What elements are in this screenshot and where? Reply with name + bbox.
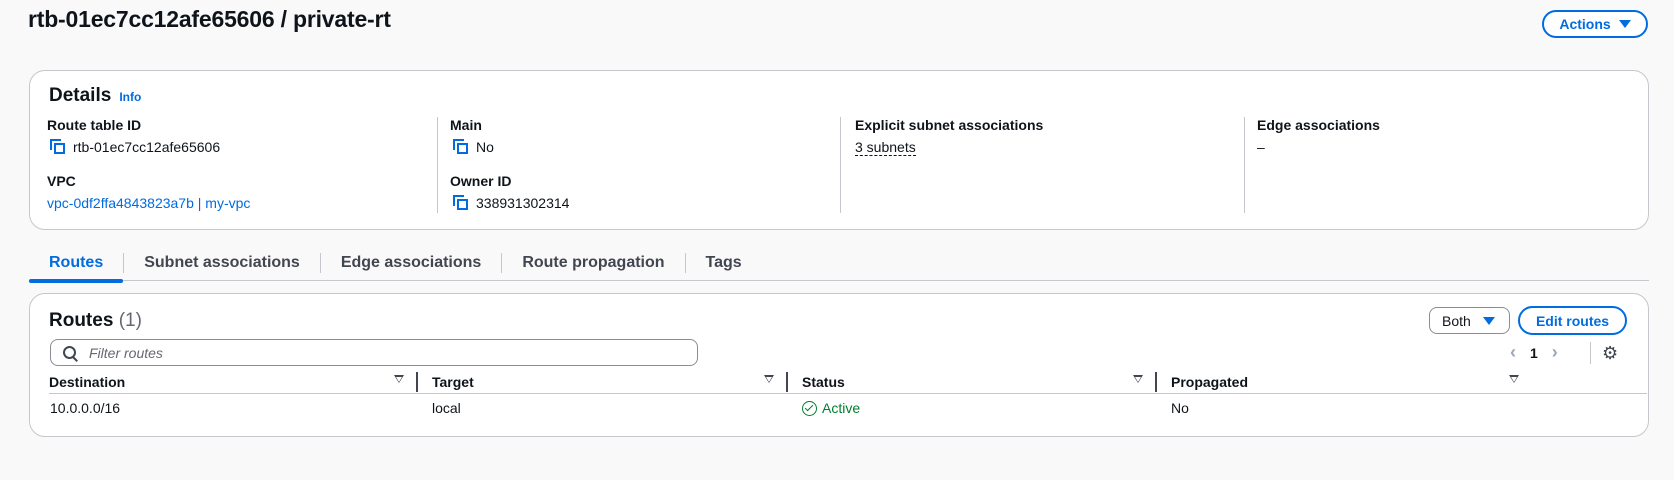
copy-icon[interactable] [453,195,469,211]
sort-icon[interactable] [764,375,774,383]
pagination: ‹ 1 › [1510,339,1558,366]
column-divider [437,117,438,213]
column-header-destination[interactable]: Destination [49,372,125,392]
cell-destination: 10.0.0.0/16 [50,400,121,416]
edit-routes-button[interactable]: Edit routes [1518,306,1627,335]
column-header-propagated[interactable]: Propagated [1171,372,1248,392]
tab-route-propagation[interactable]: Route propagation [502,246,684,281]
routes-title-text: Routes [49,310,114,331]
owner-id-value: 338931302314 [476,195,570,211]
column-header-target[interactable]: Target [432,372,474,392]
explicit-subnet-value[interactable]: 3 subnets [855,139,916,156]
search-icon [63,345,77,360]
route-table-id-label: Route table ID [47,117,142,133]
vpc-link[interactable]: vpc-0df2ffa4843823a7b | my-vpc [47,195,250,211]
routes-title: Routes (1) [49,310,142,332]
actions-button[interactable]: Actions [1542,10,1648,38]
check-circle-icon [802,400,817,416]
cell-status: Active [802,400,860,416]
table-row[interactable]: 10.0.0.0/16 local Active No [49,398,1647,422]
gear-icon[interactable]: ⚙ [1602,343,1618,364]
sort-icon[interactable] [1509,375,1519,383]
edge-assoc-value: – [1257,139,1265,155]
chevron-left-icon[interactable]: ‹ [1510,342,1516,363]
sort-icon[interactable] [1133,375,1143,383]
propagation-filter-value: Both [1442,312,1471,329]
page-number[interactable]: 1 [1530,345,1538,361]
page-title: rtb-01ec7cc12afe65606 / private-rt [28,6,391,32]
column-divider [1244,117,1245,213]
column-resizer[interactable] [416,372,418,392]
cell-target: local [432,400,461,416]
column-header-status[interactable]: Status [802,372,845,392]
details-column-1: Route table ID rtb-01ec7cc12afe65606 VPC… [47,117,250,229]
filter-routes-input[interactable] [87,343,697,362]
edge-assoc-label: Edge associations [1257,117,1380,133]
column-resizer[interactable] [786,372,788,392]
owner-id-label: Owner ID [450,173,512,189]
info-link[interactable]: Info [119,90,141,104]
propagation-filter-select[interactable]: Both [1429,307,1510,334]
explicit-subnet-label: Explicit subnet associations [855,117,1044,133]
table-header: Destination Target Status Propagated [49,372,1647,394]
details-column-3: Explicit subnet associations 3 subnets [855,117,1043,173]
details-column-2: Main No Owner ID 338931302314 [450,117,569,229]
toolbar-divider [1590,342,1591,364]
details-panel: Details Info Route table ID rtb-01ec7cc1… [29,70,1649,230]
main-label: Main [450,117,482,133]
status-text: Active [822,400,861,416]
routes-panel: Routes (1) Both Edit routes ‹ 1 › ⚙ Dest… [29,293,1649,437]
caret-down-icon [1618,20,1631,28]
vpc-label: VPC [47,173,76,189]
cell-propagated: No [1171,400,1189,416]
details-title: Details [49,85,112,106]
actions-label: Actions [1559,16,1611,32]
details-column-4: Edge associations – [1257,117,1380,173]
caret-down-icon [1482,316,1495,325]
column-divider [840,117,841,213]
routes-count: (1) [118,310,142,331]
copy-icon[interactable] [50,139,66,155]
column-resizer[interactable] [1155,372,1157,392]
route-table-id-value: rtb-01ec7cc12afe65606 [73,139,221,155]
tab-subnet-associations[interactable]: Subnet associations [124,246,320,281]
tab-edge-associations[interactable]: Edge associations [321,246,502,281]
main-value: No [476,139,494,155]
tab-tags[interactable]: Tags [686,246,762,281]
filter-routes-field[interactable] [50,339,698,366]
chevron-right-icon[interactable]: › [1552,342,1558,363]
sort-icon[interactable] [394,375,404,383]
copy-icon[interactable] [453,139,469,155]
tab-bar: Routes Subnet associations Edge associat… [29,246,1649,283]
tab-routes[interactable]: Routes [29,246,124,283]
